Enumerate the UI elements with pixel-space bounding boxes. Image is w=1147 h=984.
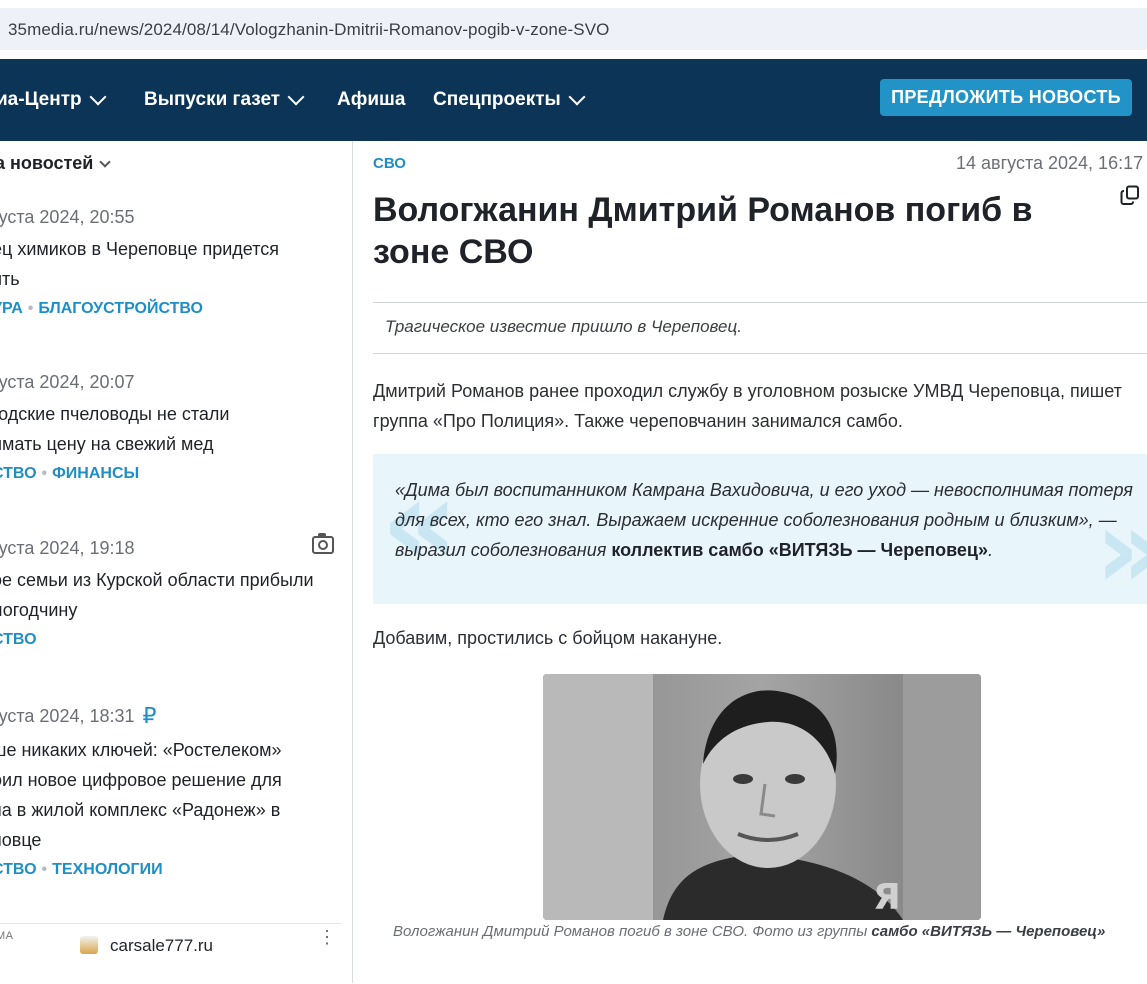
feed-item-date: густа 2024, 20:55 [0,207,135,227]
nav-item-label: Спецпроекты [433,89,561,110]
quote-source: коллектив самбо «ВИТЯЗЬ — Череповец» [611,540,988,560]
tag-link[interactable]: СТВО [0,861,37,878]
nav-item-special-projects[interactable]: Спецпроекты [433,88,586,111]
feed-item-title-line: оил новое цифровое решение для [0,770,282,790]
article-paragraph: Добавим, простились с бойцом накануне. [373,628,723,648]
feed-item-title-line: ое семьи из Курской области прибыли [0,570,314,590]
feed-item[interactable]: густа 2024, 20:07 годские пчеловоды не с… [0,372,352,483]
feed-item-title-line: годские пчеловоды не стали [0,404,230,424]
feed-item-title-line: повце [0,830,42,850]
nav-item-label: Афиша [337,89,406,110]
divider [373,302,1147,303]
suggest-news-button[interactable]: ПРЕДЛОЖИТЬ НОВОСТЬ [880,79,1132,116]
nav-item-label: Выпуски газет [144,89,281,110]
article-lead: Трагическое известие пришло в Череповец. [385,317,742,336]
ad-block[interactable]: МА carsale777.ru ⋮ [0,923,342,984]
news-feed-sidebar: а новостей густа 2024, 20:55 ец химиков … [0,141,353,983]
feed-item-title[interactable]: ец химиков в Череповце придется ить [0,234,352,294]
chevron-down-icon [89,88,107,106]
feed-item-date: густа 2024, 18:31 ₽ [0,703,352,729]
chevron-down-icon [287,88,305,106]
browser-address-bar: 35media.ru/news/2024/08/14/Vologzhanin-D… [0,0,1147,59]
article-title: Вологжанин Дмитрий Романов погиб в зоне … [373,191,1033,271]
tag-link[interactable]: СТВО [0,465,37,482]
feed-item[interactable]: густа 2024, 18:31 ₽ ше никаких ключей: «… [0,703,352,879]
article-quote: « » «Дима был воспитанником Камрана Вахи… [373,454,1147,604]
feed-item-title-line: ить [0,269,20,289]
feed-item[interactable]: густа 2024, 20:55 ец химиков в Череповце… [0,207,352,318]
caption-source-link[interactable]: самбо «ВИТЯЗЬ — Череповец» [871,923,1105,940]
portrait-image: Я [543,674,981,920]
advertiser-logo-icon [80,936,98,954]
feed-item-title-line: логодчину [0,600,78,620]
feed-item-title[interactable]: ое семьи из Курской области прибыли лого… [0,565,352,625]
nav-item-media-center[interactable]: иа-Центр [0,88,107,111]
feed-item-title-line: ец химиков в Череповце придется [0,239,280,259]
feed-item-title[interactable]: годские пчеловоды не стали имать цену на… [0,399,352,459]
ruble-icon: ₽ [142,703,157,728]
tag-link[interactable]: ТЕХНОЛОГИИ [52,861,162,878]
article-photo[interactable]: Я [543,674,981,920]
news-feed-heading-label: а новостей [0,153,94,173]
feed-item-date-text: густа 2024, 19:18 [0,538,135,558]
news-feed-heading[interactable]: а новостей [0,153,112,174]
tag-link[interactable]: ФИНАНСЫ [52,465,139,482]
nav-item-afisha[interactable]: Афиша [337,89,405,111]
feed-item-title-line: имать цену на свежий мед [0,434,214,454]
article-date: 14 августа 2024, 16:17 [956,153,1144,173]
tag-separator: • [41,861,48,878]
chevron-down-icon [568,88,586,106]
article: СВО 14 августа 2024, 16:17 Вологжанин Дм… [373,141,1147,983]
svg-text:Я: Я [873,877,901,918]
article-category[interactable]: СВО [373,155,406,172]
camera-icon [312,533,334,554]
ad-site[interactable]: carsale777.ru [110,936,213,956]
tag-link[interactable]: БЛАГОУСТРОЙСТВО [38,300,203,317]
feed-item-title[interactable]: ше никаких ключей: «Ростелеком» оил ново… [0,735,352,855]
feed-item-tags: СТВО•ТЕХНОЛОГИИ [0,861,352,879]
feed-item-date-text: густа 2024, 18:31 [0,705,135,726]
feed-item-tags: СТВО•ФИНАНСЫ [0,465,352,483]
tag-separator: • [27,300,34,317]
chevron-down-icon [99,155,112,168]
feed-item[interactable]: густа 2024, 19:18 ое семьи из Курской об… [0,533,352,649]
main-nav: иа-Центр Выпуски газет Афиша Спецпроекты… [0,59,1147,141]
nav-item-label: иа-Центр [0,89,82,110]
feed-item-date: густа 2024, 19:18 [0,533,352,559]
article-paragraph: Дмитрий Романов ранее проходил службу в … [373,381,1122,431]
nav-item-newspapers[interactable]: Выпуски газет [144,88,305,111]
ad-label: МА [0,930,14,942]
tag-link[interactable]: СТВО [0,631,37,648]
feed-item-title-line: па в жилой комплекс «Радонеж» в [0,800,281,820]
tag-link[interactable]: УРА [0,300,23,317]
url-text: 35media.ru/news/2024/08/14/Vologzhanin-D… [8,20,610,39]
quote-text: «Дима был воспитанником Камрана Вахидови… [395,475,1140,565]
feed-item-date: густа 2024, 20:07 [0,372,135,392]
tag-separator: • [41,465,48,482]
caption-text: Вологжанин Дмитрий Романов погиб в зоне … [393,923,872,940]
feed-item-title-line: ше никаких ключей: «Ростелеком» [0,740,282,760]
quote-end: . [988,540,994,560]
more-options-icon[interactable]: ⋮ [318,928,336,946]
copy-icon[interactable] [1120,185,1140,205]
feed-item-tags: СТВО [0,631,352,649]
feed-item-tags: УРА•БЛАГОУСТРОЙСТВО [0,300,352,318]
url-field[interactable]: 35media.ru/news/2024/08/14/Vologzhanin-D… [0,8,1147,50]
photo-caption: Вологжанин Дмитрий Романов погиб в зоне … [393,923,1147,940]
divider [373,353,1147,354]
